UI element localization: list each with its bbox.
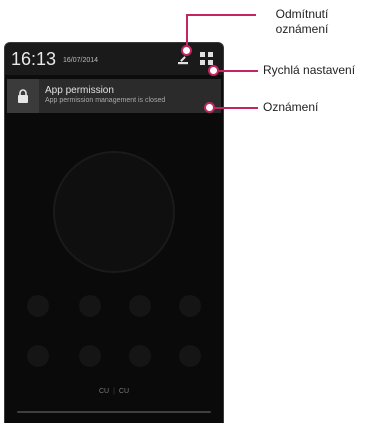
callout-dismiss-line2: oznámení xyxy=(275,22,329,36)
callout-line-quick-settings xyxy=(214,70,258,72)
carrier-separator: | xyxy=(113,388,115,395)
app-icon xyxy=(179,345,201,367)
carrier-label: CU | CU xyxy=(5,388,223,395)
phone-screen: 16:13 16/07/2014 App permission App perm… xyxy=(4,42,224,423)
notification-item[interactable]: App permission App permission management… xyxy=(7,79,221,113)
carrier-name-1: CU xyxy=(98,388,110,395)
drag-handle[interactable] xyxy=(17,411,211,413)
clock-time: 16:13 xyxy=(11,49,57,69)
quick-settings-icon[interactable] xyxy=(200,52,213,65)
callout-dismiss-label: Odmítnutí oznámení xyxy=(262,7,342,37)
notification-title: App permission xyxy=(45,85,114,96)
callout-dot-notifications xyxy=(204,102,215,113)
app-icon xyxy=(27,295,49,317)
callout-notifications-label: Oznámení xyxy=(263,100,319,114)
callout-dot-quick-settings xyxy=(208,65,219,76)
carrier-name-2: CU xyxy=(118,388,130,395)
lock-icon xyxy=(18,89,28,103)
notification-text: App permission management is closed xyxy=(45,97,166,104)
notification-icon-box xyxy=(7,79,39,113)
date-label: 16/07/2014 xyxy=(63,57,99,64)
app-icon xyxy=(129,345,151,367)
callout-dot-dismiss xyxy=(181,45,192,56)
app-icon xyxy=(79,345,101,367)
app-icon xyxy=(179,295,201,317)
app-icon xyxy=(79,295,101,317)
callout-dismiss-line1: Odmítnutí xyxy=(275,7,329,21)
app-icon xyxy=(129,295,151,317)
callout-line-notifications xyxy=(212,107,258,109)
app-icon xyxy=(27,345,49,367)
analog-clock-widget xyxy=(53,151,175,273)
callout-quick-settings-label: Rychlá nastavení xyxy=(263,63,356,77)
callout-line-dismiss-horizontal xyxy=(186,14,256,16)
